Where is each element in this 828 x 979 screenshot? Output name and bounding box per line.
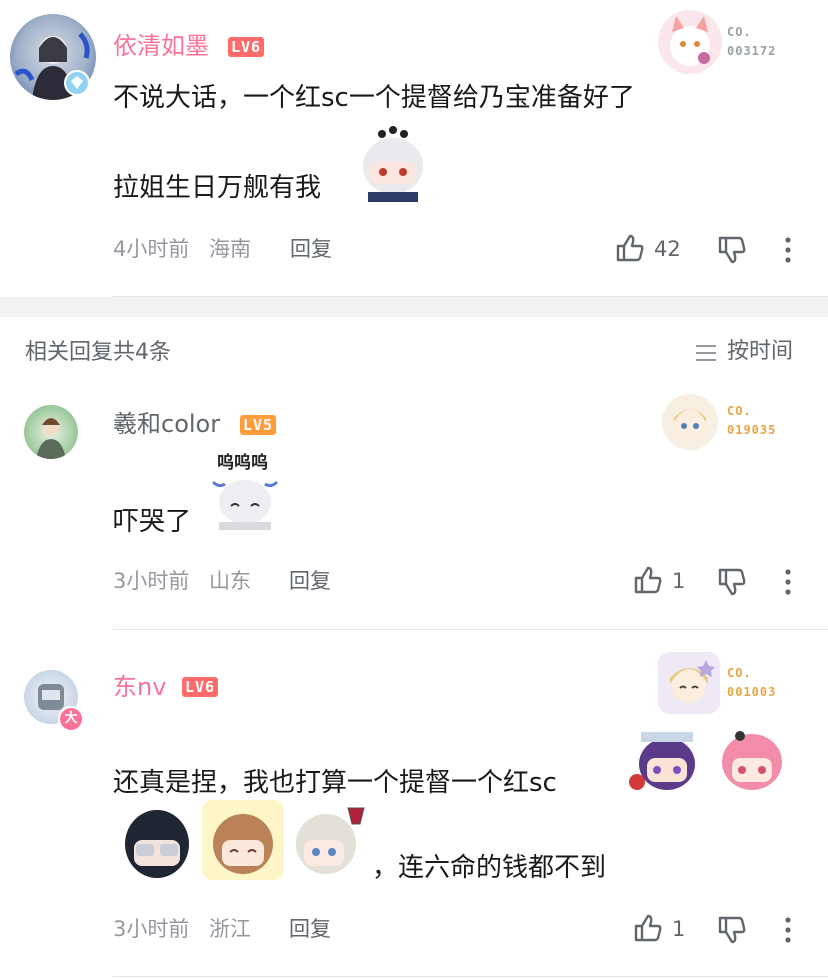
like-count: 1 xyxy=(672,569,686,593)
comment-time: 3小时前 xyxy=(113,917,190,941)
like-button[interactable] xyxy=(632,564,664,596)
comment-text-line: 还真是捏，我也打算一个提督一个红sc xyxy=(113,768,557,798)
more-options-icon[interactable] xyxy=(780,916,796,944)
dislike-button[interactable] xyxy=(716,234,748,266)
fan-badge-label: CO. xyxy=(727,25,752,39)
cat-character-icon xyxy=(670,16,710,66)
emoji-sticker xyxy=(202,800,284,880)
level-badge: LV6 xyxy=(182,677,219,697)
emoji-sticker xyxy=(352,122,434,202)
emoji-sticker xyxy=(627,712,707,794)
fan-badge-number: 003172 xyxy=(727,44,777,58)
replies-count: 相关回复共4条 xyxy=(25,340,171,365)
dark-hair-glasses-icon xyxy=(125,810,189,878)
emoji-sticker xyxy=(205,472,285,530)
thumbs-up-icon xyxy=(634,914,662,942)
sticker-caption: 呜呜呜 xyxy=(217,453,268,473)
avatar-badge: 大 xyxy=(58,706,84,732)
reply-button[interactable]: 回复 xyxy=(290,235,332,263)
crying-chibi-icon xyxy=(211,480,279,530)
comment-text-line: 拉姐生日万舰有我 xyxy=(113,173,322,203)
thumbs-up-icon xyxy=(634,566,662,594)
emoji-sticker xyxy=(116,800,198,880)
username[interactable]: 羲和color xyxy=(113,409,220,439)
diamond-badge-icon xyxy=(64,70,90,96)
dislike-button[interactable] xyxy=(716,566,748,598)
thumbs-up-icon xyxy=(616,234,644,262)
fan-badge-label: CO. xyxy=(727,404,752,418)
thumbs-down-icon xyxy=(718,568,746,596)
comment-time: 3小时前 xyxy=(113,569,190,593)
wine-glass-girl-icon xyxy=(296,807,365,874)
brown-hair-girl-icon xyxy=(202,800,284,880)
divider xyxy=(113,629,828,630)
fan-badge-number: 019035 xyxy=(727,423,777,437)
emoji-sticker xyxy=(288,800,370,880)
level-badge: LV6 xyxy=(228,37,265,57)
like-button[interactable] xyxy=(614,232,646,264)
like-count: 42 xyxy=(654,237,681,261)
comment-location: 海南 xyxy=(209,237,251,261)
comment-text-line: ，连六命的钱都不到 xyxy=(372,853,607,883)
more-options-icon[interactable] xyxy=(780,568,796,596)
like-count: 1 xyxy=(672,917,686,941)
thumbs-down-icon xyxy=(718,236,746,264)
character-icon xyxy=(670,660,715,703)
level-badge: LV5 xyxy=(240,415,277,435)
username[interactable]: 东nv xyxy=(113,672,166,702)
comment-time: 4小时前 xyxy=(113,237,190,261)
user-avatar[interactable] xyxy=(24,405,78,459)
sort-label: 按时间 xyxy=(727,339,794,364)
pink-hair-girl-icon xyxy=(722,731,782,790)
fan-badge-image[interactable] xyxy=(658,652,720,714)
dislike-button[interactable] xyxy=(716,914,748,946)
comment-text: 吓哭了 xyxy=(113,507,192,537)
reply-button[interactable]: 回复 xyxy=(289,567,331,595)
character-icon xyxy=(674,408,706,440)
list-icon xyxy=(696,345,716,361)
section-separator xyxy=(0,297,828,317)
comment-location: 山东 xyxy=(209,569,251,593)
chibi-character-icon xyxy=(363,126,423,202)
emoji-sticker xyxy=(712,712,792,794)
username[interactable]: 依清如墨 xyxy=(113,31,209,61)
avatar-badge-text: 大 xyxy=(64,711,78,726)
divider xyxy=(113,976,828,977)
avatar-character-icon xyxy=(36,418,66,459)
thumbs-down-icon xyxy=(718,916,746,944)
comment-location: 浙江 xyxy=(209,917,251,941)
sort-toggle[interactable]: 按时间 xyxy=(694,338,806,368)
goggles-girl-icon xyxy=(629,732,695,790)
fan-badge-image[interactable] xyxy=(662,394,718,450)
fan-badge-number: 001003 xyxy=(727,685,777,699)
fan-badge-label: CO. xyxy=(727,666,752,680)
fan-badge-image[interactable] xyxy=(658,10,722,74)
comment-text-line: 不说大话，一个红sc一个提督给乃宝准备好了 xyxy=(113,83,635,113)
like-button[interactable] xyxy=(632,912,664,944)
more-options-icon[interactable] xyxy=(780,236,796,264)
reply-button[interactable]: 回复 xyxy=(289,915,331,943)
